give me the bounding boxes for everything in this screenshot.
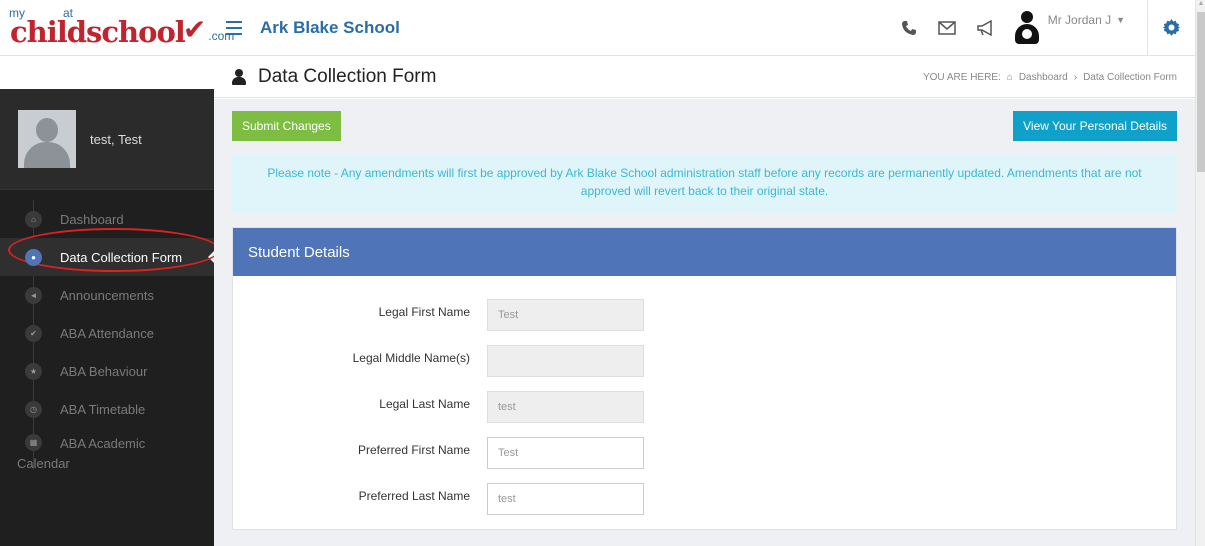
breadcrumb-current: Data Collection Form (1083, 71, 1177, 83)
sidebar-item-label-line2: Calendar (17, 456, 70, 471)
breadcrumb-dashboard-link[interactable]: Dashboard (1019, 72, 1068, 83)
sidebar-item-label: ABA Attendance (60, 325, 154, 341)
sidebar-item-label-line1: ABA Academic (60, 436, 146, 451)
sidebar-item-label: Announcements (60, 287, 154, 303)
legal-first-name-label: Legal First Name (378, 305, 470, 319)
user-name: Mr Jordan J (1047, 12, 1112, 27)
preferred-first-name-label: Preferred First Name (357, 443, 470, 457)
check-icon: ✔ (25, 324, 42, 342)
calendar-icon: ▦ (25, 434, 42, 451)
logo-dotcom-text: .com (208, 28, 235, 43)
main-content: Submit Changes View Your Personal Detail… (214, 99, 1195, 546)
page-title-bar: Data Collection Form YOU ARE HERE: ⌂ Das… (214, 57, 1195, 98)
legal-last-name-field[interactable] (487, 391, 644, 423)
logo-tick-icon: ✔ (182, 14, 207, 45)
sidebar-item-announcements[interactable]: ◄ Announcements (0, 276, 214, 314)
user-icon: ● (25, 248, 42, 266)
star-icon: ★ (25, 362, 42, 380)
scroll-up-icon[interactable]: ▲ (1197, 0, 1205, 10)
logo[interactable]: my at childschool ✔ .com (0, 0, 234, 56)
chevron-down-icon: ▼ (1116, 14, 1125, 25)
sidebar-item-aba-behaviour[interactable]: ★ ABA Behaviour (0, 352, 214, 390)
home-icon: ⌂ (25, 210, 42, 228)
sidebar-item-aba-academic-calendar[interactable]: ▦ ABA Academic Calendar (0, 428, 214, 478)
sidebar-item-aba-timetable[interactable]: ◷ ABA Timetable (0, 390, 214, 428)
page-title: Data Collection Form (258, 66, 437, 87)
avatar (18, 110, 76, 168)
sidebar-spacer (0, 57, 214, 89)
breadcrumb: YOU ARE HERE: ⌂ Dashboard › Data Collect… (923, 72, 1195, 83)
sidebar-item-dashboard[interactable]: ⌂ Dashboard (0, 200, 214, 238)
logo-main-text: childschool (10, 14, 186, 49)
preferred-first-name-field[interactable] (487, 437, 644, 469)
form-row-legal-middle-name: Legal Middle Name(s) (233, 345, 1176, 391)
form-row-preferred-last-name: Preferred Last Name (233, 483, 1176, 529)
profile-card: test, Test (0, 89, 214, 190)
gear-icon[interactable] (1147, 0, 1195, 56)
legal-middle-name-field[interactable] (487, 345, 644, 377)
legal-last-name-label: Legal Last Name (379, 397, 470, 411)
sidebar-item-label: ABA Timetable (60, 401, 146, 417)
legal-first-name-field[interactable] (487, 299, 644, 331)
view-personal-details-button[interactable]: View Your Personal Details (1013, 111, 1177, 141)
form-row-legal-first-name: Legal First Name (233, 299, 1176, 345)
submit-changes-button[interactable]: Submit Changes (232, 111, 341, 141)
top-icons: Mr Jordan J ▼ (890, 0, 1195, 56)
sidebar-item-label: Data Collection Form (60, 249, 183, 265)
sidebar-item-label: ABA Academic Calendar (17, 434, 146, 474)
profile-name: test, Test (90, 131, 142, 147)
scrollbar-thumb[interactable] (1197, 12, 1205, 172)
clock-icon: ◷ (25, 400, 42, 418)
user-menu[interactable]: Mr Jordan J ▼ (1014, 0, 1125, 56)
breadcrumb-prefix: YOU ARE HERE: (922, 71, 1001, 83)
panel-title: Student Details (233, 228, 1176, 276)
sidebar-nav: ⌂ Dashboard ● Data Collection Form ◄ Ann… (0, 190, 214, 478)
action-row: Submit Changes View Your Personal Detail… (232, 111, 1177, 141)
phone-icon[interactable] (890, 0, 928, 56)
envelope-icon[interactable] (928, 0, 966, 56)
approval-notice: Please note - Any amendments will first … (232, 154, 1177, 214)
form-row-preferred-first-name: Preferred First Name (233, 437, 1176, 483)
user-avatar-icon (1014, 10, 1040, 45)
top-navbar: my at childschool ✔ .com Ark Blake Schoo… (0, 0, 1195, 56)
school-name[interactable]: Ark Blake School (260, 18, 890, 38)
sidebar-item-data-collection-form[interactable]: ● Data Collection Form (0, 238, 214, 276)
page-scrollbar[interactable]: ▲ (1195, 0, 1205, 546)
app: my at childschool ✔ .com Ark Blake Schoo… (0, 0, 1205, 546)
sidebar-item-label: ABA Behaviour (60, 363, 148, 379)
home-icon: ⌂ (1006, 71, 1013, 83)
preferred-last-name-field[interactable] (487, 483, 644, 515)
sidebar-item-label: Dashboard (60, 211, 124, 227)
sidebar: test, Test ⌂ Dashboard ● Data Collection… (0, 89, 214, 546)
sidebar-item-aba-attendance[interactable]: ✔ ABA Attendance (0, 314, 214, 352)
breadcrumb-separator: › (1073, 71, 1078, 83)
student-details-panel: Student Details Legal First Name Legal M… (232, 227, 1177, 530)
megaphone-icon: ◄ (25, 286, 42, 304)
form-row-legal-last-name: Legal Last Name (233, 391, 1176, 437)
megaphone-icon[interactable] (966, 0, 1004, 56)
user-icon (232, 69, 246, 85)
preferred-last-name-label: Preferred Last Name (358, 489, 470, 503)
legal-middle-name-label: Legal Middle Name(s) (352, 351, 470, 365)
student-details-form: Legal First Name Legal Middle Name(s) Le… (233, 276, 1176, 529)
